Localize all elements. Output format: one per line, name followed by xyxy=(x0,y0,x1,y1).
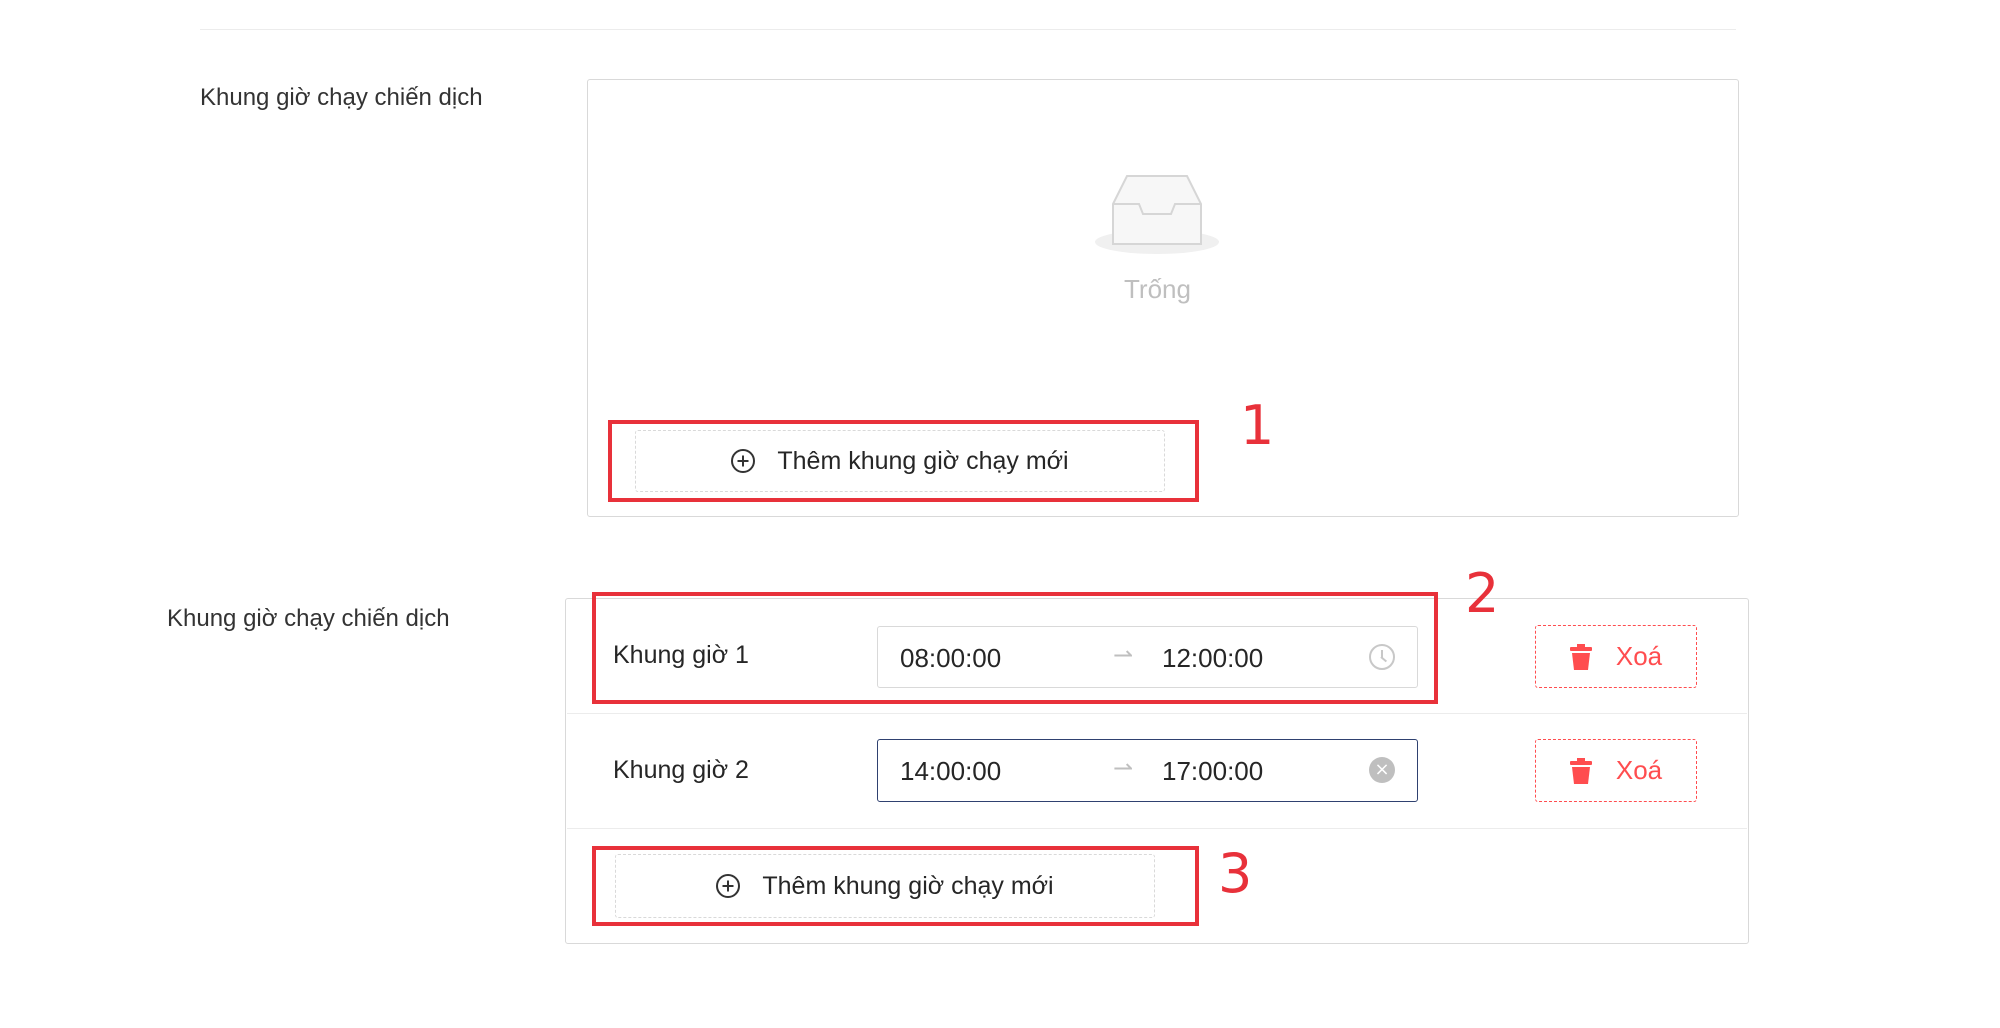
inbox-empty-icon xyxy=(1095,175,1219,254)
top-divider xyxy=(200,29,1736,30)
annotation-marker-1: 1 xyxy=(1240,394,1275,457)
annotation-marker-3: 3 xyxy=(1218,842,1253,905)
clear-circle-icon[interactable]: × xyxy=(1369,757,1395,783)
highlight-box-2 xyxy=(592,592,1438,704)
delete-slot-2-button[interactable]: Xoá xyxy=(1535,739,1697,802)
arrow-right-icon: ⇀ xyxy=(1113,755,1134,782)
highlight-box-3 xyxy=(592,846,1199,926)
start-time-2: 14:00:00 xyxy=(900,756,1002,786)
row-divider xyxy=(567,713,1747,714)
highlight-box-1 xyxy=(608,420,1199,502)
end-time-2: 17:00:00 xyxy=(1162,756,1264,786)
delete-slot-1-button[interactable]: Xoá xyxy=(1535,625,1697,688)
time-range-picker-2[interactable]: 14:00:00 ⇀ 17:00:00 × xyxy=(877,739,1418,802)
trash-icon xyxy=(1569,757,1592,784)
time-slot-label-2: Khung giờ 2 xyxy=(613,756,749,784)
field-label-campaign-schedule-2: Khung giờ chạy chiến dịch xyxy=(167,605,450,632)
empty-state-text: Trống xyxy=(1124,274,1191,304)
trash-icon xyxy=(1569,643,1592,670)
annotation-marker-2: 2 xyxy=(1465,562,1500,625)
delete-label-1: Xoá xyxy=(1615,641,1663,671)
delete-label-2: Xoá xyxy=(1615,755,1663,785)
field-label-campaign-schedule: Khung giờ chạy chiến dịch xyxy=(200,84,483,111)
row-divider xyxy=(567,828,1747,829)
